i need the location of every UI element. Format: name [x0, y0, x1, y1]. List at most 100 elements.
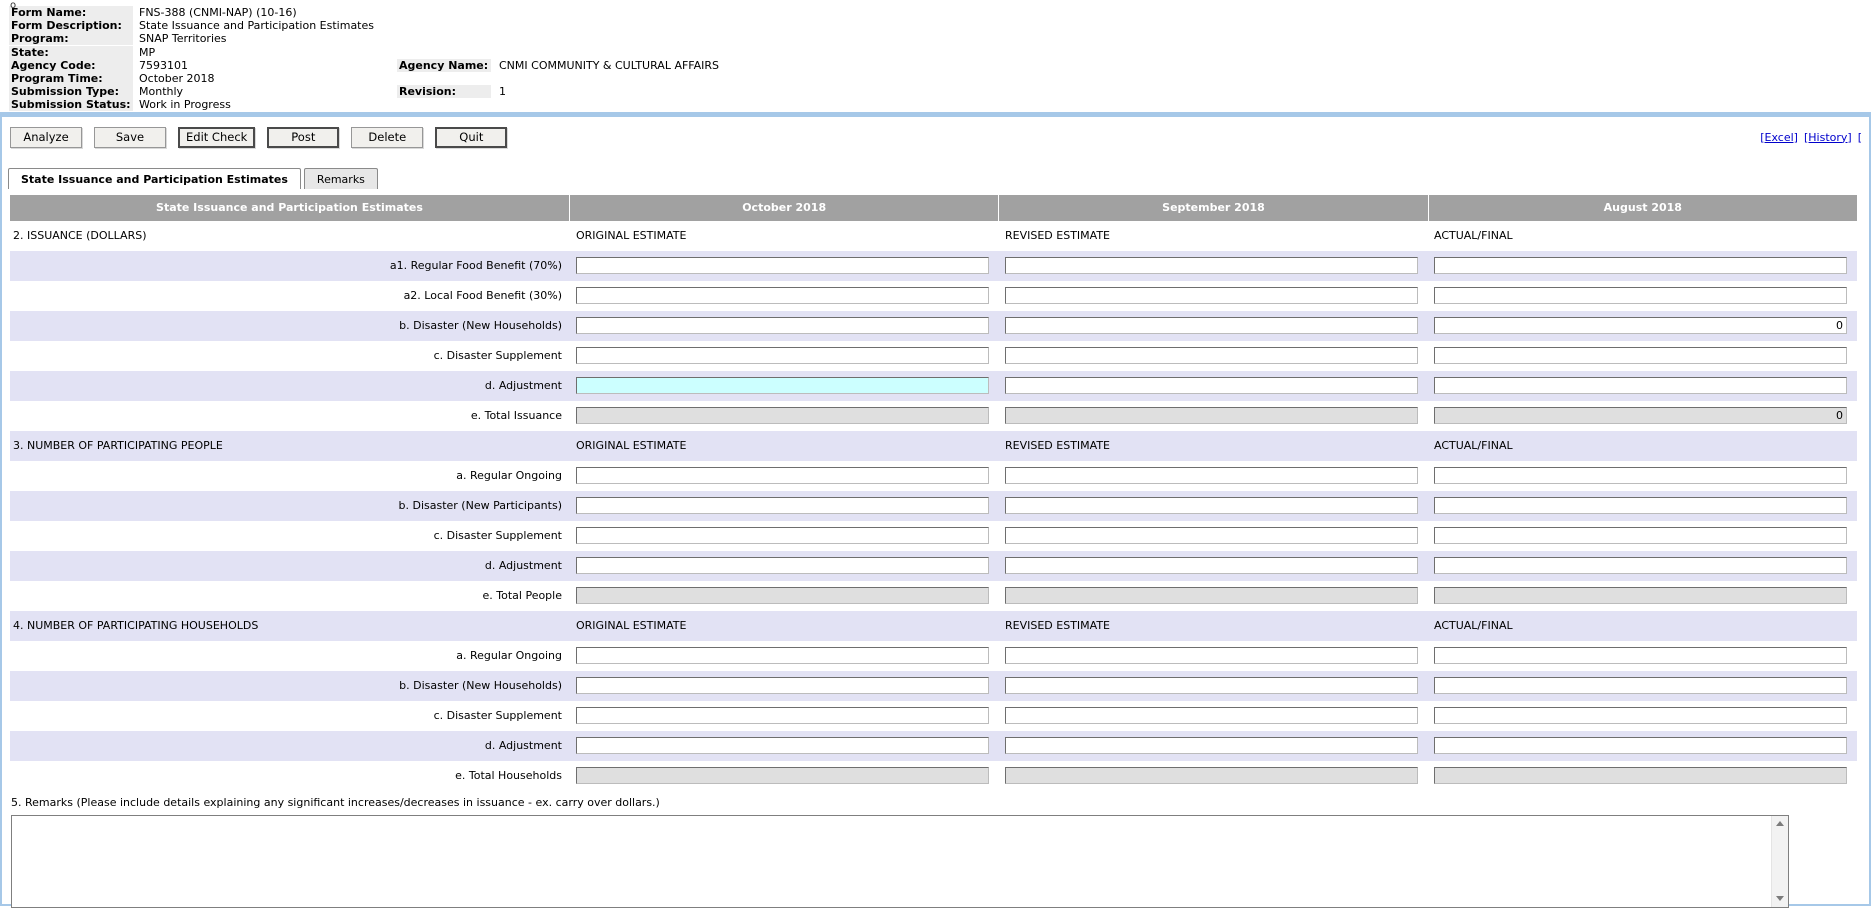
- meta-label-revision: Revision:: [397, 85, 491, 98]
- table-row: b. Disaster (New Households): [10, 671, 1857, 701]
- table-header-label: State Issuance and Participation Estimat…: [10, 195, 570, 221]
- value-cell: [999, 707, 1428, 724]
- row-label: c. Disaster Supplement: [10, 529, 570, 542]
- estimate-input[interactable]: [1005, 557, 1418, 574]
- value-cell: [999, 257, 1428, 274]
- scroll-up-button[interactable]: [1772, 816, 1788, 832]
- estimate-input[interactable]: [1005, 287, 1418, 304]
- column-subheader: ORIGINAL ESTIMATE: [570, 439, 999, 452]
- meta-value: 1: [491, 85, 506, 98]
- value-cell: [999, 557, 1428, 574]
- estimates-table: State Issuance and Participation Estimat…: [10, 195, 1857, 791]
- estimate-input[interactable]: [1434, 287, 1847, 304]
- estimate-input[interactable]: [576, 707, 989, 724]
- row-label: b. Disaster (New Households): [10, 679, 570, 692]
- post-button[interactable]: Post: [267, 127, 339, 148]
- estimate-input[interactable]: [576, 317, 989, 334]
- estimate-input[interactable]: [1005, 347, 1418, 364]
- total-field: [576, 587, 989, 604]
- estimate-input[interactable]: [1434, 677, 1847, 694]
- content-frame: Analyze Save Edit Check Post Delete Quit [Exc…: [0, 112, 1871, 906]
- value-cell: [999, 767, 1428, 784]
- estimate-input[interactable]: [1005, 317, 1418, 334]
- value-cell: [999, 347, 1428, 364]
- value-cell: [999, 647, 1428, 664]
- estimate-input[interactable]: [1005, 497, 1418, 514]
- tab-remarks[interactable]: Remarks: [304, 168, 378, 189]
- table-row: e. Total Issuance: [10, 401, 1857, 431]
- value-cell: [1428, 407, 1857, 424]
- value-cell: [570, 527, 999, 544]
- column-header-september: September 2018: [999, 195, 1428, 221]
- estimate-input[interactable]: [1434, 347, 1847, 364]
- estimate-input[interactable]: [576, 497, 989, 514]
- excel-link[interactable]: [Excel]: [1760, 131, 1798, 144]
- estimate-input[interactable]: [576, 377, 989, 394]
- table-row: b. Disaster (New Households): [10, 311, 1857, 341]
- row-label: e. Total Issuance: [10, 409, 570, 422]
- estimate-input[interactable]: [1434, 737, 1847, 754]
- value-cell: [1428, 467, 1857, 484]
- estimate-input[interactable]: [1434, 377, 1847, 394]
- row-label: a1. Regular Food Benefit (70%): [10, 259, 570, 272]
- remarks-textarea[interactable]: [12, 816, 1771, 907]
- estimate-input[interactable]: [1005, 647, 1418, 664]
- row-label: d. Adjustment: [10, 379, 570, 392]
- value-cell: [999, 407, 1428, 424]
- estimate-input[interactable]: [1005, 677, 1418, 694]
- scroll-down-button[interactable]: [1772, 891, 1788, 907]
- remarks-scrollbar[interactable]: [1771, 816, 1788, 907]
- table-header-row: State Issuance and Participation Estimat…: [10, 195, 1857, 221]
- meta-label-form-description: Form Description:: [9, 19, 133, 32]
- estimate-input[interactable]: [576, 647, 989, 664]
- estimate-input[interactable]: [1434, 317, 1847, 334]
- delete-button[interactable]: Delete: [351, 127, 423, 148]
- table-row: c. Disaster Supplement: [10, 701, 1857, 731]
- estimate-input[interactable]: [1434, 497, 1847, 514]
- column-header-october: October 2018: [570, 195, 999, 221]
- estimate-input[interactable]: [1434, 557, 1847, 574]
- estimate-input[interactable]: [1434, 647, 1847, 664]
- meta-row: Agency Code:7593101Agency Name:CNMI COMM…: [9, 59, 1871, 72]
- total-field: [1434, 587, 1847, 604]
- meta-label-program-time: Program Time:: [9, 72, 133, 85]
- estimate-input[interactable]: [1005, 527, 1418, 544]
- estimate-input[interactable]: [1434, 467, 1847, 484]
- row-label: c. Disaster Supplement: [10, 349, 570, 362]
- analyze-button[interactable]: Analyze: [10, 127, 82, 148]
- truncated-link[interactable]: [: [1858, 131, 1862, 144]
- estimate-input[interactable]: [576, 527, 989, 544]
- estimate-input[interactable]: [576, 557, 989, 574]
- meta-value: MP: [133, 46, 397, 59]
- value-cell: [1428, 647, 1857, 664]
- quit-button[interactable]: Quit: [435, 127, 507, 148]
- estimate-input[interactable]: [576, 347, 989, 364]
- estimate-input[interactable]: [1005, 377, 1418, 394]
- value-cell: [1428, 287, 1857, 304]
- section-title: 3. NUMBER OF PARTICIPATING PEOPLE: [10, 439, 570, 452]
- value-cell: [570, 767, 999, 784]
- estimate-input[interactable]: [1005, 707, 1418, 724]
- column-header-august: August 2018: [1429, 195, 1857, 221]
- estimate-input[interactable]: [576, 467, 989, 484]
- estimate-input[interactable]: [576, 257, 989, 274]
- value-cell: [570, 557, 999, 574]
- value-cell: [999, 677, 1428, 694]
- value-cell: [1428, 527, 1857, 544]
- estimate-input[interactable]: [576, 287, 989, 304]
- estimate-input[interactable]: [576, 677, 989, 694]
- estimate-input[interactable]: [1434, 527, 1847, 544]
- tab-state-issuance-and-participation-estimates[interactable]: State Issuance and Participation Estimat…: [8, 168, 301, 189]
- estimate-input[interactable]: [1434, 257, 1847, 274]
- edit-check-button[interactable]: Edit Check: [178, 127, 255, 148]
- value-cell: [570, 407, 999, 424]
- history-link[interactable]: [History]: [1804, 131, 1852, 144]
- estimate-input[interactable]: [1005, 467, 1418, 484]
- save-button[interactable]: Save: [94, 127, 166, 148]
- estimate-input[interactable]: [1005, 737, 1418, 754]
- estimate-input[interactable]: [1005, 257, 1418, 274]
- estimate-input[interactable]: [576, 737, 989, 754]
- meta-label-agency-name: Agency Name:: [397, 59, 491, 72]
- estimate-input[interactable]: [1434, 707, 1847, 724]
- table-row: d. Adjustment: [10, 551, 1857, 581]
